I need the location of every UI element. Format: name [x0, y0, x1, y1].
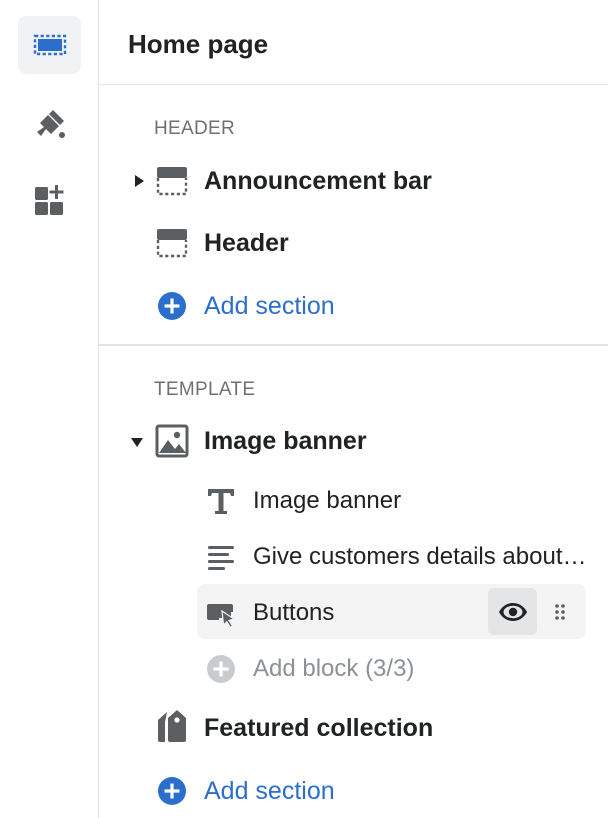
apps-rail-button[interactable] — [18, 171, 81, 229]
section-image-banner[interactable]: Image banner — [99, 416, 608, 466]
section-label: Featured collection — [204, 714, 434, 742]
add-block-label: Add block (3/3) — [253, 655, 415, 682]
plus-circle-icon — [155, 289, 189, 323]
paintbrush-icon — [36, 110, 65, 138]
section-announcement-bar[interactable]: Announcement bar — [99, 156, 608, 206]
section-label: Image banner — [204, 427, 367, 455]
chevron-right-icon[interactable] — [132, 174, 146, 188]
section-featured-collection[interactable]: Featured collection — [99, 703, 608, 753]
block-label: Image banner — [253, 487, 402, 514]
toggle-visibility-button[interactable] — [488, 588, 537, 635]
block-text[interactable]: Give customers details about… — [197, 532, 586, 582]
plus-circle-icon — [155, 774, 189, 808]
eye-icon — [498, 602, 527, 621]
image-icon — [155, 424, 189, 458]
drag-handle[interactable] — [551, 600, 569, 624]
add-section-label: Add section — [204, 777, 335, 805]
sections-icon — [33, 34, 66, 56]
block-label: Buttons — [253, 599, 335, 626]
sections-panel: Home page HEADER Announcement bar Header… — [99, 0, 608, 818]
template-group-label: TEMPLATE — [154, 379, 256, 400]
drag-handle-icon — [555, 604, 565, 620]
add-app-icon — [34, 185, 63, 215]
button-cursor-icon — [204, 596, 238, 630]
page-title: Home page — [128, 29, 269, 59]
sections-rail-button[interactable] — [18, 16, 81, 74]
header-add-section-button[interactable]: Add section — [99, 281, 608, 331]
text-heading-icon — [204, 484, 238, 518]
section-header[interactable]: Header — [99, 218, 608, 268]
template-add-section-button[interactable]: Add section — [99, 766, 608, 816]
block-label: Give customers details about… — [253, 543, 587, 570]
header-group-label: HEADER — [154, 118, 235, 139]
add-block-button[interactable]: Add block (3/3) — [197, 644, 586, 694]
theme-editor: Home page HEADER Announcement bar Header… — [0, 0, 608, 818]
block-buttons[interactable]: Buttons — [197, 588, 487, 638]
section-header-icon — [155, 164, 189, 198]
group-divider — [99, 344, 608, 346]
tags-icon — [155, 709, 189, 743]
add-section-label: Add section — [204, 292, 335, 320]
text-lines-icon — [204, 540, 238, 574]
section-header-icon — [155, 226, 189, 260]
chevron-down-icon[interactable] — [130, 435, 144, 449]
title-divider — [99, 84, 608, 85]
theme-settings-rail-button[interactable] — [18, 95, 81, 153]
block-image-banner-heading[interactable]: Image banner — [197, 476, 586, 526]
plus-circle-icon — [204, 652, 238, 686]
sidebar-rail — [0, 0, 99, 818]
section-label: Announcement bar — [204, 167, 432, 195]
section-label: Header — [204, 229, 289, 257]
